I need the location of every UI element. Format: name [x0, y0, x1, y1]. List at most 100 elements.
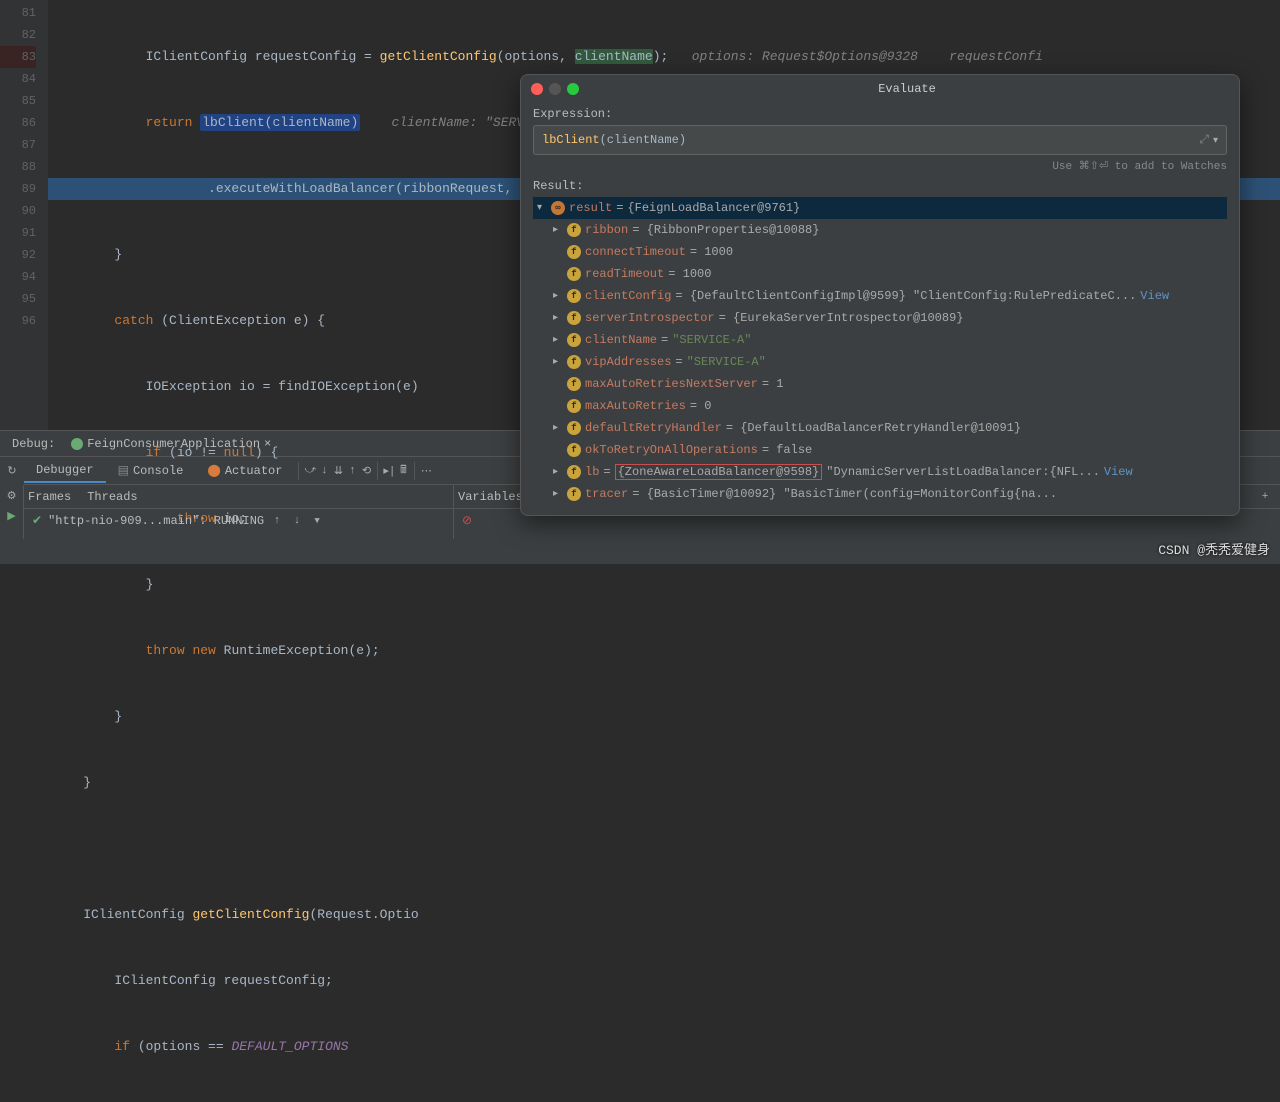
run-to-cursor-icon[interactable]: ▸| [382, 464, 396, 478]
line-num: 84 [0, 68, 36, 90]
zoom-window-icon[interactable] [567, 83, 579, 95]
spring-icon [71, 438, 83, 450]
evaluate-icon[interactable]: 🖩 [396, 464, 410, 478]
field-icon: f [567, 223, 581, 237]
line-num: 96 [0, 310, 36, 332]
chevron-right-icon[interactable]: ▸ [553, 224, 563, 236]
evaluate-dialog: Evaluate Expression: lbClient(clientName… [520, 74, 1240, 516]
code-line: IClientConfig requestConfig; [48, 970, 1280, 992]
tree-field-row[interactable]: fokToRetryOnAllOperations = false [533, 439, 1227, 461]
drop-frame-icon[interactable]: ⟲ [359, 464, 373, 478]
minimize-window-icon[interactable] [549, 83, 561, 95]
tab-console[interactable]: ▤Console [106, 459, 196, 482]
chevron-right-icon[interactable]: ▸ [553, 290, 563, 302]
result-tree[interactable]: ▾ ∞ result = {FeignLoadBalancer@9761} ▸f… [533, 197, 1227, 505]
code-line [48, 838, 1280, 860]
line-num: 89 [0, 178, 36, 200]
expression-input[interactable]: lbClient(clientName) ⤢ [533, 125, 1227, 155]
chevron-right-icon[interactable]: ▸ [553, 422, 563, 434]
tree-root[interactable]: ▾ ∞ result = {FeignLoadBalancer@9761} [533, 197, 1227, 219]
tree-field-row[interactable]: fmaxAutoRetries = 0 [533, 395, 1227, 417]
line-num: 83 [0, 46, 36, 68]
dialog-titlebar[interactable]: Evaluate [521, 75, 1239, 103]
code-line: if (options == DEFAULT_OPTIONS [48, 1036, 1280, 1058]
tree-field-row[interactable]: ▸fribbon = {RibbonProperties@10088} [533, 219, 1227, 241]
variables-header: Variables [458, 490, 523, 504]
tree-field-row[interactable]: ▸fclientName = "SERVICE-A" [533, 329, 1227, 351]
tab-debugger[interactable]: Debugger [24, 459, 106, 483]
filter-icon[interactable] [310, 514, 324, 528]
tree-field-row[interactable]: ▸fdefaultRetryHandler = {DefaultLoadBala… [533, 417, 1227, 439]
shortcut-hint: Use ⌘⇧⏎ to add to Watches [533, 159, 1227, 173]
tree-field-row[interactable]: ▸fserverIntrospector = {EurekaServerIntr… [533, 307, 1227, 329]
field-icon: f [567, 267, 581, 281]
line-num: 87 [0, 134, 36, 156]
more-icon[interactable]: ⋯ [419, 464, 433, 478]
line-num: 85 [0, 90, 36, 112]
frames-column: Frames Threads ✔ "http-nio-909...main": … [24, 485, 454, 539]
frame-row[interactable]: ✔ "http-nio-909...main": RUNNING ↑ ↓ [24, 509, 453, 532]
tab-actuator[interactable]: ⬤Actuator [195, 459, 294, 482]
chevron-right-icon[interactable]: ▸ [553, 356, 563, 368]
code-line: IClientConfig getClientConfig(Request.Op… [48, 904, 1280, 926]
field-icon: f [567, 289, 581, 303]
check-icon: ✔ [32, 513, 42, 528]
field-icon: f [567, 333, 581, 347]
watermark: CSDN @秃秃爱健身 [1158, 539, 1270, 558]
step-over-icon[interactable]: ⤻ [303, 464, 317, 478]
line-num: 90 [0, 200, 36, 222]
field-icon: f [567, 487, 581, 501]
force-step-icon[interactable]: ⇊ [331, 464, 345, 478]
code-line: IClientConfig requestConfig = getClientC… [48, 46, 1280, 68]
line-num: 94 [0, 266, 36, 288]
history-dropdown-icon[interactable] [1213, 133, 1218, 147]
view-link[interactable]: View [1104, 465, 1133, 479]
tree-field-row[interactable]: ▸fvipAddresses = "SERVICE-A" [533, 351, 1227, 373]
code-line: } [48, 706, 1280, 728]
resume-icon[interactable]: ▶ [5, 509, 19, 523]
expand-icon[interactable]: ⤢ [1199, 133, 1209, 147]
tree-field-row[interactable]: fconnectTimeout = 1000 [533, 241, 1227, 263]
down-icon[interactable]: ↓ [290, 514, 304, 528]
rerun-icon[interactable]: ↻ [5, 464, 19, 478]
debug-label: Debug: [4, 437, 63, 451]
line-num: 88 [0, 156, 36, 178]
frames-subtabs: Frames Threads [24, 485, 453, 509]
code-line: } [48, 772, 1280, 794]
tree-field-row[interactable]: ▸ftracer = {BasicTimer@10092} "BasicTime… [533, 483, 1227, 505]
line-gutter: 81 82 83 84 85 86 87 88 89 90 91 92 94 9… [0, 0, 48, 430]
expression-label: Expression: [533, 107, 1227, 121]
chevron-right-icon[interactable]: ▸ [553, 334, 563, 346]
settings-icon[interactable]: ⚙ [5, 489, 19, 503]
line-num: 91 [0, 222, 36, 244]
tree-field-row[interactable]: ▸fclientConfig = {DefaultClientConfigImp… [533, 285, 1227, 307]
add-watch-icon[interactable]: + [1258, 490, 1272, 504]
field-icon: f [567, 377, 581, 391]
line-num: 82 [0, 24, 36, 46]
field-icon: f [567, 245, 581, 259]
line-num: 95 [0, 288, 36, 310]
close-window-icon[interactable] [531, 83, 543, 95]
chevron-down-icon[interactable]: ▾ [537, 202, 547, 214]
code-line: throw new RuntimeException(e); [48, 640, 1280, 662]
step-into-icon[interactable]: ↓ [317, 464, 331, 478]
debug-config-tab[interactable]: FeignConsumerApplication × [63, 437, 279, 451]
step-out-icon[interactable]: ↑ [345, 464, 359, 478]
tree-field-row[interactable]: ▸flb = {ZoneAwareLoadBalancer@9598} "Dyn… [533, 461, 1227, 483]
view-link[interactable]: View [1140, 289, 1169, 303]
object-icon: ∞ [551, 201, 565, 215]
tree-field-row[interactable]: fmaxAutoRetriesNextServer = 1 [533, 373, 1227, 395]
close-icon[interactable]: × [264, 437, 271, 451]
field-icon: f [567, 465, 581, 479]
tree-field-row[interactable]: freadTimeout = 1000 [533, 263, 1227, 285]
chevron-right-icon[interactable]: ▸ [553, 312, 563, 324]
chevron-right-icon[interactable]: ▸ [553, 488, 563, 500]
up-icon[interactable]: ↑ [270, 514, 284, 528]
threads-tab[interactable]: Threads [87, 490, 137, 504]
frames-tab[interactable]: Frames [28, 490, 71, 504]
field-icon: f [567, 443, 581, 457]
debug-side-toolbar: ⚙ ▶ [0, 485, 24, 539]
field-icon: f [567, 311, 581, 325]
chevron-right-icon[interactable]: ▸ [553, 466, 563, 478]
line-num: 92 [0, 244, 36, 266]
